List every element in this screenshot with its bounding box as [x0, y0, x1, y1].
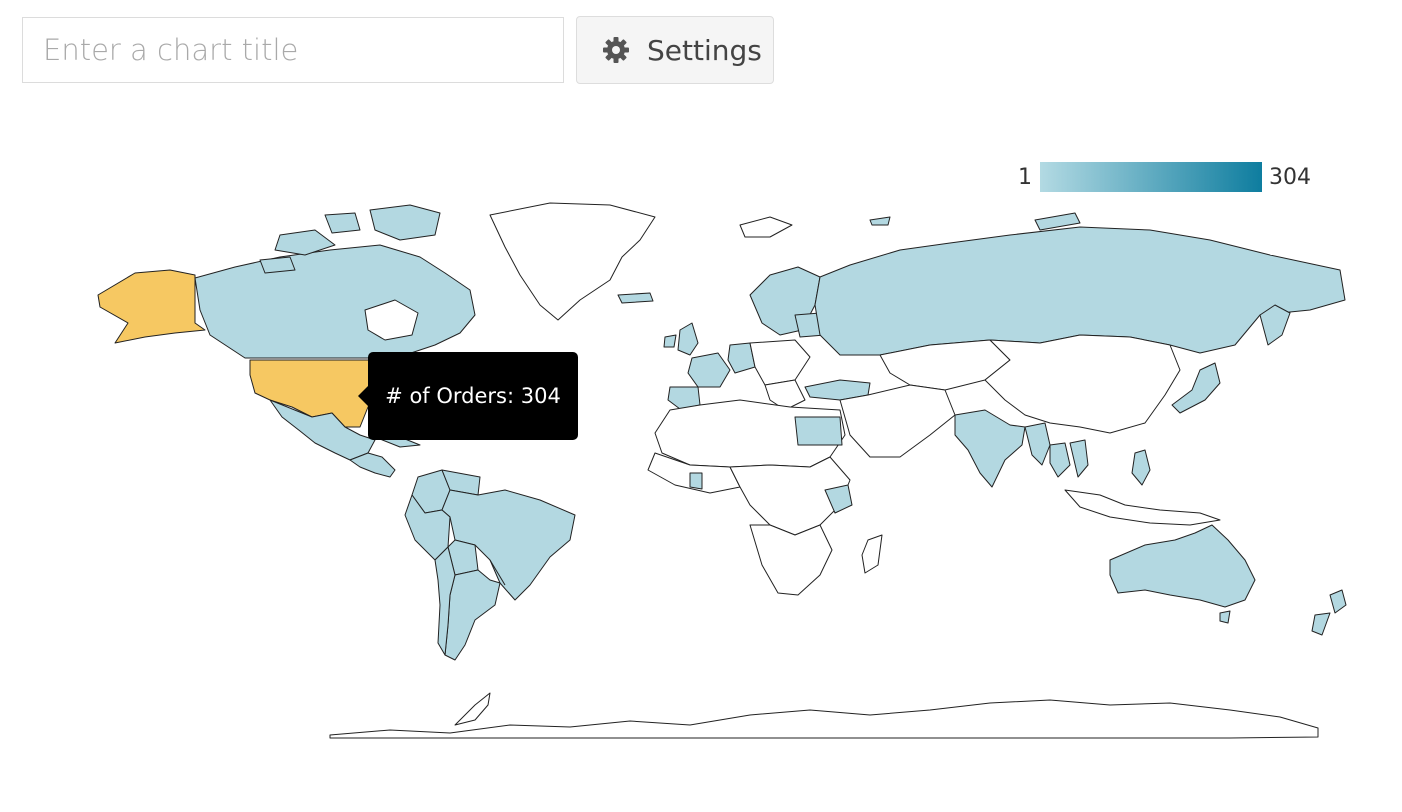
tooltip-text: # of Orders: 304: [385, 384, 561, 408]
region-vietnam[interactable]: [1069, 439, 1089, 478]
region-tasmania[interactable]: [1219, 610, 1231, 624]
chart-title-input[interactable]: [22, 17, 564, 83]
region-new-zealand[interactable]: [1311, 612, 1331, 636]
legend-max-label: 304: [1269, 165, 1311, 190]
region-france[interactable]: [687, 352, 731, 388]
region-australia[interactable]: [1109, 524, 1256, 608]
region-canada[interactable]: [194, 244, 476, 359]
region-faroe-islands[interactable]: [617, 292, 654, 304]
region-arctic-islands[interactable]: [324, 212, 361, 234]
region-antarctic-peninsula[interactable]: [454, 692, 491, 726]
region-alaska[interactable]: [97, 269, 206, 344]
settings-button[interactable]: Settings: [576, 16, 774, 84]
region-svalbard[interactable]: [869, 216, 891, 226]
region-china[interactable]: [984, 334, 1181, 434]
region-ireland[interactable]: [663, 334, 677, 348]
settings-label: Settings: [647, 33, 762, 67]
legend-min-label: 1: [1018, 165, 1032, 190]
region-central-europe[interactable]: [749, 339, 811, 386]
world-map: [97, 202, 1347, 739]
region-arctic-islands[interactable]: [259, 256, 296, 274]
region-egypt[interactable]: [794, 416, 843, 446]
region-myanmar[interactable]: [1024, 422, 1051, 466]
region-iceland[interactable]: [739, 216, 793, 238]
region-indonesia[interactable]: [1064, 489, 1221, 526]
region-arctic-islands[interactable]: [369, 204, 441, 241]
region-thailand[interactable]: [1049, 442, 1071, 478]
legend-gradient-bar: [1040, 162, 1262, 192]
tooltip-arrow: [358, 386, 368, 406]
map-tooltip: # of Orders: 304: [358, 352, 578, 440]
region-india[interactable]: [954, 409, 1026, 488]
region-southern-africa[interactable]: [749, 524, 833, 596]
region-new-zealand[interactable]: [1329, 589, 1347, 614]
region-philippines[interactable]: [1131, 449, 1151, 486]
region-united-kingdom[interactable]: [677, 322, 699, 356]
region-madagascar[interactable]: [861, 534, 883, 574]
gear-icon: [601, 35, 631, 65]
region-ghana[interactable]: [689, 472, 703, 490]
